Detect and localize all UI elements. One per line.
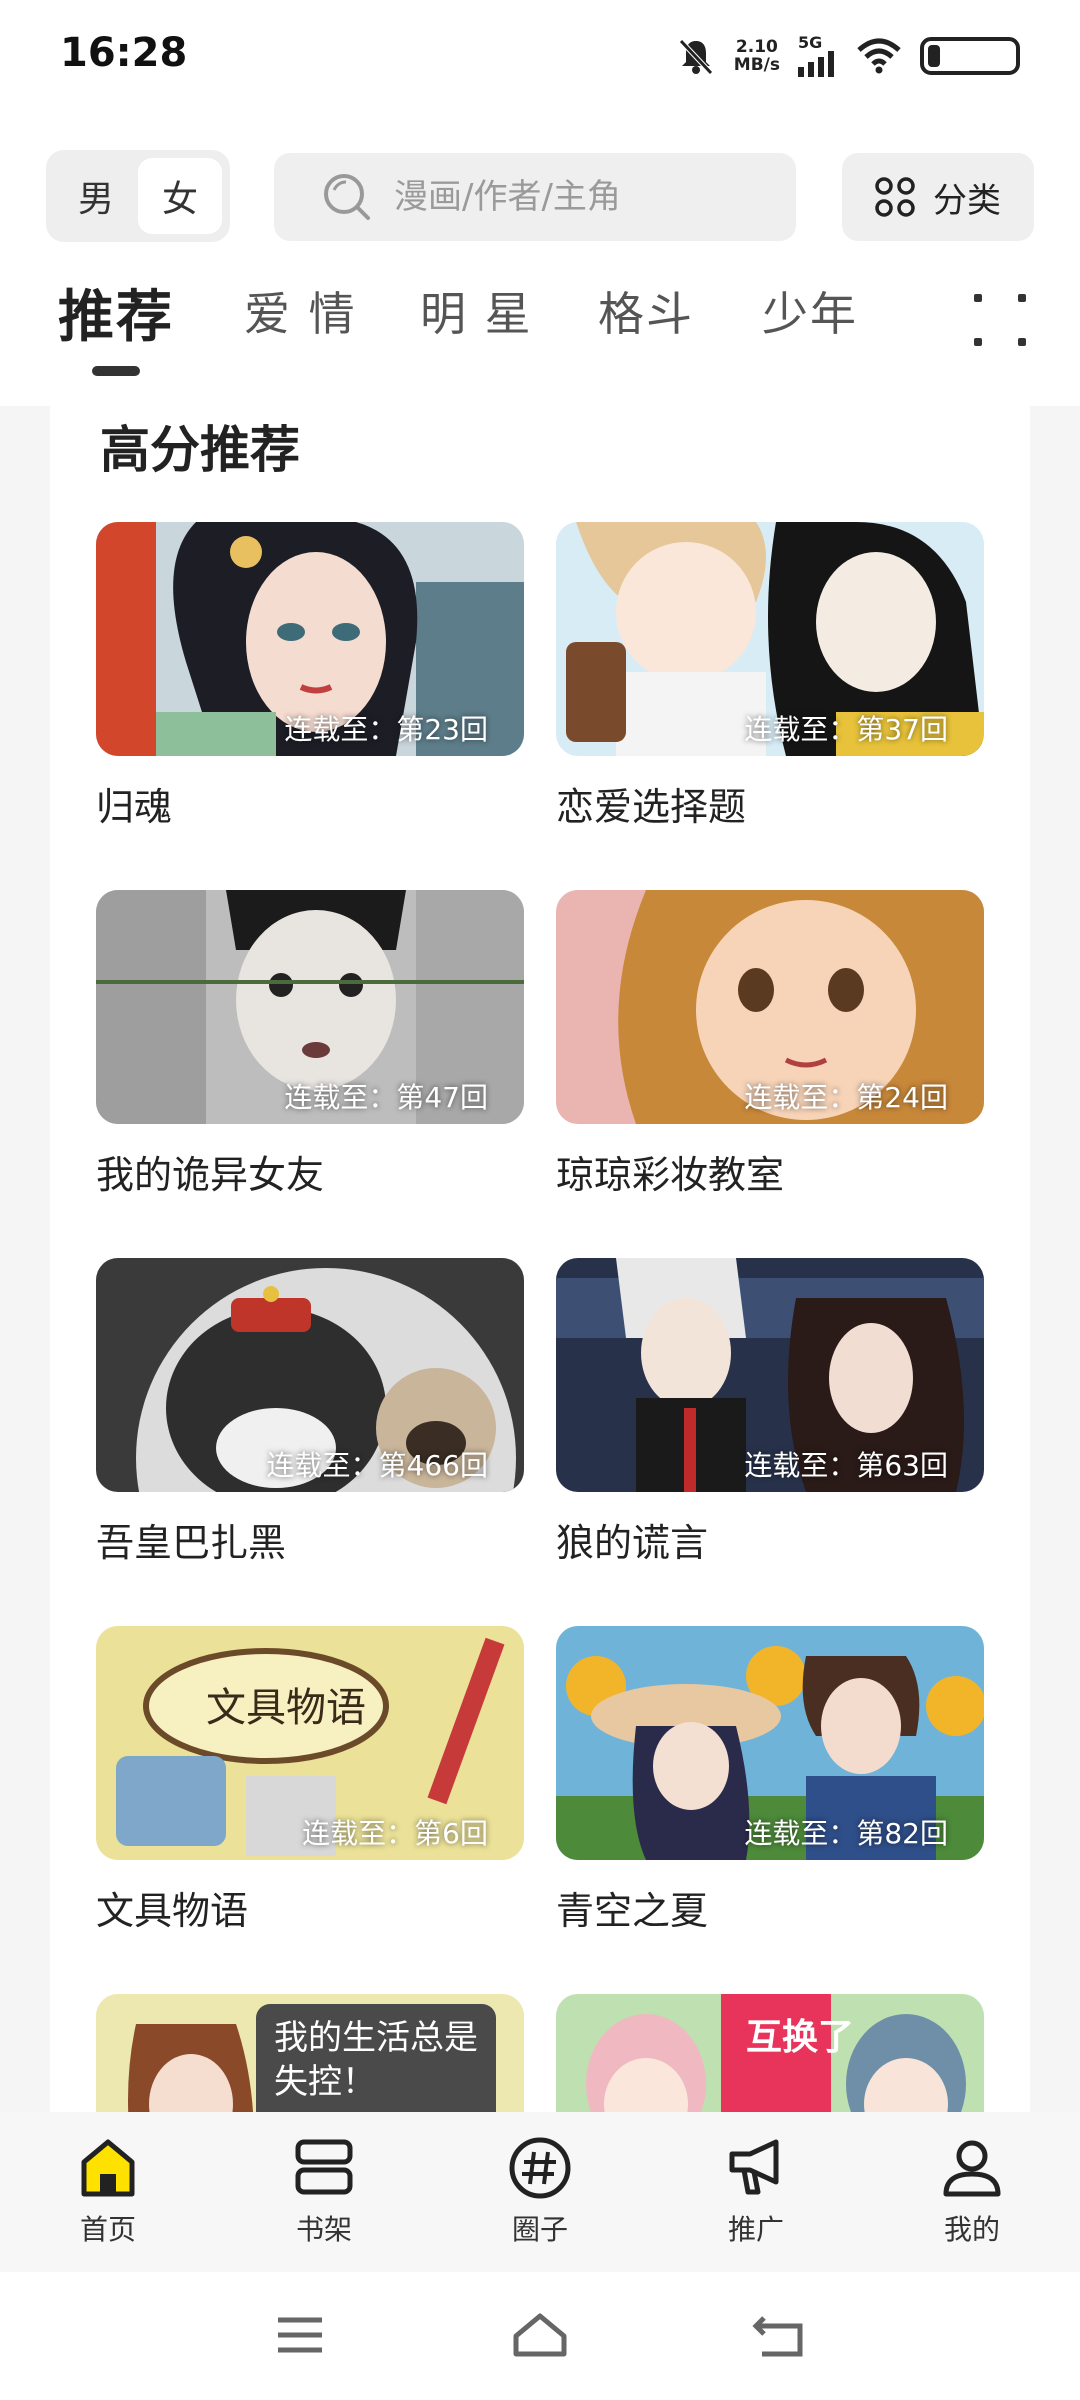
gender-male-option[interactable]: 男 <box>54 158 138 234</box>
comic-item[interactable]: 连载至：第82回 青空之夏 <box>556 1626 984 1935</box>
comic-title: 吾皇巴扎黑 <box>96 1521 287 1565</box>
nav-circle[interactable]: 圈子 <box>470 2132 610 2248</box>
search-input[interactable] <box>392 176 776 218</box>
comic-cover[interactable]: 连载至：第63回 <box>556 1258 984 1492</box>
search-box[interactable] <box>274 153 796 241</box>
comic-title: 琼琼彩妆教室 <box>556 1153 785 1197</box>
comic-item[interactable]: 互换了 <box>556 1994 984 2112</box>
comic-cover[interactable]: 连载至：第466回 <box>96 1258 524 1492</box>
comic-cover[interactable]: 连载至：第23回 <box>96 522 524 756</box>
category-label: 分类 <box>933 180 1001 221</box>
nav-label: 我的 <box>943 2213 1000 2246</box>
comic-episode: 连载至：第23回 <box>284 713 488 746</box>
status-time: 16:28 <box>60 30 188 76</box>
comic-cover[interactable]: 我的生活总是失控！ <box>96 1994 524 2112</box>
comic-item[interactable]: 连载至：第23回 归魂 <box>96 522 524 831</box>
home-icon <box>81 2139 135 2197</box>
net-speed-unit: MB/s <box>733 55 780 75</box>
grid-icon <box>875 177 915 217</box>
comic-item[interactable]: 我的生活总是失控！ <box>96 1994 524 2112</box>
tab-fighting[interactable]: 格斗 <box>598 278 694 344</box>
comic-title: 狼的谎言 <box>556 1521 709 1565</box>
comic-item[interactable]: 连载至：第63回 狼的谎言 <box>556 1258 984 1567</box>
back-icon[interactable] <box>750 2310 810 2360</box>
signal-icon <box>798 51 834 77</box>
section-title: 高分推荐 <box>100 421 300 479</box>
comic-episode: 连载至：第37回 <box>744 713 948 746</box>
category-tabs: 推荐 爱 情 明 星 格斗 少年 <box>0 278 1080 398</box>
header: 男 女 分类 <box>0 150 1080 244</box>
network-type: 5G <box>798 33 823 52</box>
bell-muted-icon <box>678 39 713 75</box>
net-speed: 2.10 MB/s <box>734 38 780 74</box>
comic-title: 恋爱选择题 <box>556 785 747 829</box>
hashtag-icon <box>509 2137 571 2199</box>
category-button[interactable]: 分类 <box>842 153 1034 241</box>
gender-toggle[interactable]: 男 女 <box>46 150 230 242</box>
nav-label: 推广 <box>727 2213 784 2246</box>
comic-cover[interactable]: 连载至：第37回 <box>556 522 984 756</box>
more-tabs-icon[interactable] <box>970 290 1030 350</box>
wifi-icon <box>857 38 901 74</box>
comic-episode: 连载至：第47回 <box>284 1081 488 1114</box>
comic-item[interactable]: 连载至：第24回 琼琼彩妆教室 <box>556 890 984 1199</box>
comic-cover[interactable]: 连载至：第82回 <box>556 1626 984 1860</box>
system-nav-bar <box>0 2272 1080 2400</box>
status-icons: 2.10 MB/s 5G <box>676 34 1020 78</box>
comic-episode: 连载至：第82回 <box>744 1817 948 1850</box>
battery-icon <box>920 37 1020 75</box>
home-nav-icon[interactable] <box>510 2310 570 2360</box>
bookshelf-icon <box>295 2139 353 2195</box>
comic-item[interactable]: 连载至：第47回 我的诡异女友 <box>96 890 524 1199</box>
bottom-nav: 首页 书架 圈子 推广 我的 <box>0 2112 1080 2272</box>
profile-icon <box>943 2140 1001 2197</box>
nav-bookshelf[interactable]: 书架 <box>254 2132 394 2248</box>
comic-title: 归魂 <box>96 785 173 829</box>
comic-cover[interactable]: 文具物语 连载至：第6回 <box>96 1626 524 1860</box>
tab-recommend[interactable]: 推荐 <box>58 272 174 353</box>
search-icon <box>324 174 370 220</box>
comic-episode: 连载至：第63回 <box>744 1449 948 1482</box>
partial-cover-text: 我的生活总是失控！ <box>274 2018 478 2102</box>
comic-cover[interactable]: 互换了 <box>556 1994 984 2112</box>
comic-item[interactable]: 文具物语 连载至：第6回 文具物语 <box>96 1626 524 1935</box>
tab-youth[interactable]: 少年 <box>762 278 858 344</box>
megaphone-icon <box>729 2139 779 2195</box>
comic-cover[interactable]: 连载至：第47回 <box>96 890 524 1124</box>
comic-episode: 连载至：第6回 <box>302 1817 488 1850</box>
nav-label: 圈子 <box>511 2213 568 2246</box>
nav-home[interactable]: 首页 <box>38 2132 178 2248</box>
comic-title: 文具物语 <box>96 1889 249 1933</box>
comic-episode: 连载至：第466回 <box>266 1449 488 1482</box>
tab-star[interactable]: 明 星 <box>420 278 533 344</box>
comic-item[interactable]: 连载至：第37回 恋爱选择题 <box>556 522 984 831</box>
tab-active-indicator <box>92 366 140 376</box>
signal-group: 5G <box>798 35 838 77</box>
comic-cover[interactable]: 连载至：第24回 <box>556 890 984 1124</box>
comic-title: 青空之夏 <box>556 1889 709 1933</box>
gender-female-option[interactable]: 女 <box>138 158 222 234</box>
nav-profile[interactable]: 我的 <box>902 2132 1042 2248</box>
comic-item[interactable]: 连载至：第466回 吾皇巴扎黑 <box>96 1258 524 1567</box>
comic-episode: 连载至：第24回 <box>744 1081 948 1114</box>
nav-label: 书架 <box>295 2213 352 2246</box>
partial-cover-text: 互换了 <box>746 2017 855 2058</box>
status-bar: 16:28 2.10 MB/s 5G <box>0 0 1080 120</box>
nav-promote[interactable]: 推广 <box>686 2132 826 2248</box>
menu-icon[interactable] <box>270 2310 330 2360</box>
net-speed-value: 2.10 <box>735 37 778 57</box>
comic-title: 我的诡异女友 <box>96 1153 325 1197</box>
nav-label: 首页 <box>79 2213 136 2246</box>
tab-romance[interactable]: 爱 情 <box>244 278 357 344</box>
svg-text:文具物语: 文具物语 <box>206 1685 366 1731</box>
